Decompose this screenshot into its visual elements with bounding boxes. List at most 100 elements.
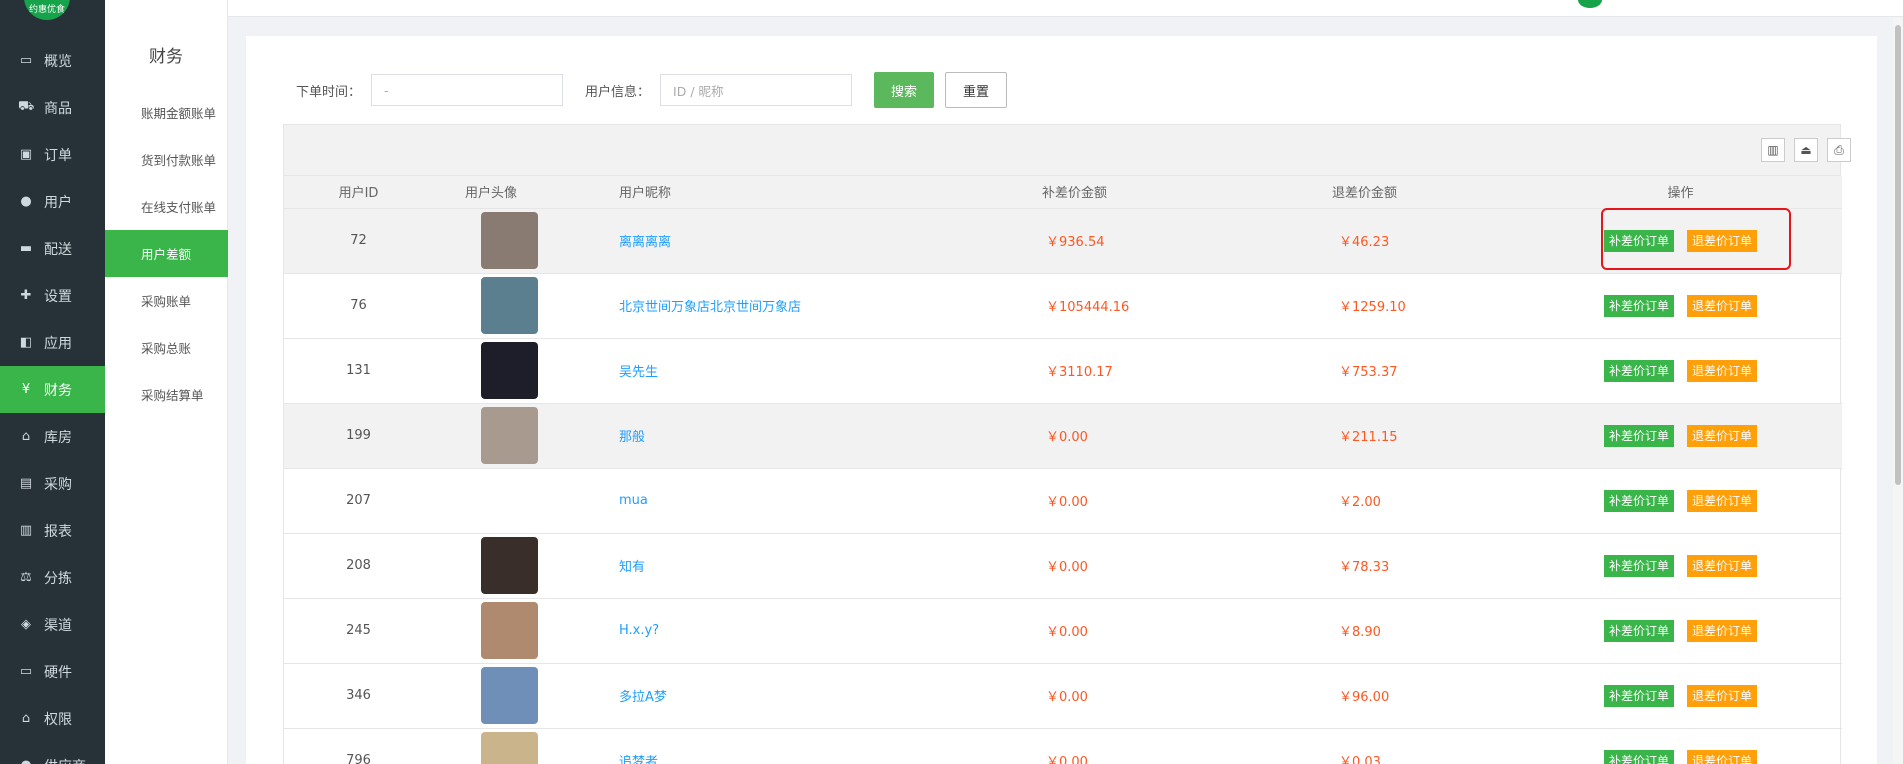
- nickname-link[interactable]: 多拉A梦: [619, 690, 667, 705]
- cell-user-id: 245: [284, 598, 433, 664]
- make-up-order-button[interactable]: 补差价订单: [1603, 229, 1674, 252]
- columns-icon[interactable]: ▥: [1761, 138, 1785, 162]
- refund-order-button[interactable]: 退差价订单: [1687, 359, 1758, 382]
- avatar: [481, 667, 538, 724]
- nav-item-8[interactable]: ⌂ 库房: [0, 413, 105, 460]
- nav-item-label: 应用: [44, 335, 72, 352]
- cell-refund: ￥78.33: [1229, 533, 1519, 599]
- refund-amount: ￥1259.10: [1339, 300, 1406, 315]
- apps-icon: ◧: [19, 335, 33, 350]
- user-info-label: 用户信息：: [585, 84, 651, 100]
- reset-button[interactable]: 重置: [945, 72, 1008, 108]
- scrollbar-thumb[interactable]: [1895, 25, 1901, 485]
- refund-order-button[interactable]: 退差价订单: [1687, 424, 1758, 447]
- make-up-order-button[interactable]: 补差价订单: [1603, 489, 1674, 512]
- submenu-item-4[interactable]: 采购账单: [105, 277, 228, 324]
- submenu-title: 财务: [149, 47, 183, 67]
- cell-operations: 补差价订单 退差价订单: [1519, 208, 1842, 274]
- user-avatar[interactable]: [1578, 0, 1602, 8]
- logo[interactable]: 约惠优食: [24, 0, 70, 20]
- cell-user-id: 796: [284, 728, 433, 764]
- refund-order-button[interactable]: 退差价订单: [1687, 749, 1758, 764]
- refund-order-button[interactable]: 退差价订单: [1687, 619, 1758, 642]
- table-row: 131 吴先生 ￥3110.17 ￥753.37 补差价订单 退差价订单: [284, 338, 1842, 404]
- cell-refund: ￥753.37: [1229, 338, 1519, 404]
- cell-avatar: [433, 663, 619, 729]
- nav-item-6[interactable]: ◧ 应用: [0, 319, 105, 366]
- nav-item-label: 概览: [44, 53, 72, 70]
- nav-item-13[interactable]: ▭ 硬件: [0, 648, 105, 695]
- export-icon[interactable]: ⏏: [1794, 138, 1818, 162]
- nav-item-label: 硬件: [44, 664, 72, 681]
- cell-refund: ￥8.90: [1229, 598, 1519, 664]
- make-up-order-button[interactable]: 补差价订单: [1603, 619, 1674, 642]
- submenu-item-3[interactable]: 用户差额: [105, 230, 228, 277]
- avatar: [481, 602, 538, 659]
- make-up-order-button[interactable]: 补差价订单: [1603, 359, 1674, 382]
- nav-item-5[interactable]: ✚ 设置: [0, 272, 105, 319]
- refund-order-button[interactable]: 退差价订单: [1687, 229, 1758, 252]
- users-icon: ●: [20, 194, 32, 209]
- cell-refund: ￥211.15: [1229, 403, 1519, 469]
- nav-item-2[interactable]: ▣ 订单: [0, 131, 105, 178]
- nav-item-11[interactable]: ⚖ 分拣: [0, 554, 105, 601]
- refund-order-button[interactable]: 退差价订单: [1687, 684, 1758, 707]
- nav-item-3[interactable]: ● 用户: [0, 178, 105, 225]
- nav-item-label: 供应商: [44, 756, 86, 764]
- table-header-row: 用户ID 用户头像 用户昵称 补差价金额 退差价金额 操作: [284, 176, 1842, 209]
- nickname-link[interactable]: mua: [619, 493, 648, 508]
- nav-item-12[interactable]: ◈ 渠道: [0, 601, 105, 648]
- bar-chart-icon: ▥: [19, 523, 33, 538]
- make-up-order-button[interactable]: 补差价订单: [1603, 554, 1674, 577]
- submenu-item-1[interactable]: 货到付款账单: [105, 136, 228, 183]
- refund-order-button[interactable]: 退差价订单: [1687, 489, 1758, 512]
- refund-amount: ￥96.00: [1339, 690, 1390, 705]
- nav-item-1[interactable]: ⛟ 商品: [0, 84, 105, 131]
- cell-refund: ￥2.00: [1229, 468, 1519, 534]
- nav-item-label: 财务: [44, 382, 72, 399]
- nav-item-14[interactable]: ⌂ 权限: [0, 695, 105, 742]
- table-row: 199 那般 ￥0.00 ￥211.15 补差价订单 退差价订单: [284, 403, 1842, 469]
- cell-make-up: ￥0.00: [939, 533, 1229, 599]
- make-up-order-button[interactable]: 补差价订单: [1603, 424, 1674, 447]
- nav-item-7[interactable]: ¥ 财务: [0, 366, 105, 413]
- submenu-item-0[interactable]: 账期金额账单: [105, 89, 228, 136]
- cell-nickname: 知有: [619, 533, 939, 599]
- make-up-order-button[interactable]: 补差价订单: [1603, 749, 1674, 764]
- cell-avatar: [433, 728, 619, 764]
- cell-nickname: H.x.y?: [619, 598, 939, 664]
- user-info-input[interactable]: ID / 昵称: [660, 74, 853, 106]
- nav-item-label: 渠道: [44, 617, 72, 634]
- make-up-order-button[interactable]: 补差价订单: [1603, 684, 1674, 707]
- nav-item-0[interactable]: ▭ 概览: [0, 37, 105, 84]
- cell-refund: ￥0.03: [1229, 728, 1519, 764]
- nickname-link[interactable]: 离离离离: [619, 235, 671, 250]
- user-diff-table: ▥ ⏏ ⎙ 用户ID 用户头像 用户昵称 补差价金额 退差价金额 操作 72 离离…: [283, 124, 1851, 764]
- submenu-item-2[interactable]: 在线支付账单: [105, 183, 228, 230]
- refund-order-button[interactable]: 退差价订单: [1687, 294, 1758, 317]
- nav-item-9[interactable]: ▤ 采购: [0, 460, 105, 507]
- order-time-input[interactable]: -: [371, 74, 564, 106]
- nickname-link[interactable]: 追梦者: [619, 755, 658, 764]
- money-icon: ▣: [19, 147, 33, 162]
- table-row: 72 离离离离 ￥936.54 ￥46.23 补差价订单 退差价订单: [284, 208, 1842, 274]
- refund-order-button[interactable]: 退差价订单: [1687, 554, 1758, 577]
- submenu-item-5[interactable]: 采购总账: [105, 324, 228, 371]
- nav-item-15[interactable]: ● 供应商: [0, 742, 105, 764]
- nav-item-4[interactable]: ▬ 配送: [0, 225, 105, 272]
- cell-make-up: ￥3110.17: [939, 338, 1229, 404]
- avatar: [481, 212, 538, 269]
- nickname-link[interactable]: 北京世间万象店北京世间万象店: [619, 300, 801, 315]
- submenu-item-6[interactable]: 采购结算单: [105, 371, 228, 418]
- nickname-link[interactable]: 知有: [619, 560, 645, 575]
- cell-operations: 补差价订单 退差价订单: [1519, 468, 1842, 534]
- print-icon[interactable]: ⎙: [1827, 138, 1851, 162]
- nav-item-10[interactable]: ▥ 报表: [0, 507, 105, 554]
- search-button[interactable]: 搜索: [874, 72, 935, 108]
- puzzle-icon: ✚: [20, 288, 32, 303]
- nickname-link[interactable]: H.x.y?: [619, 623, 659, 638]
- make-up-order-button[interactable]: 补差价订单: [1603, 294, 1674, 317]
- page-scrollbar[interactable]: [1893, 17, 1903, 764]
- nickname-link[interactable]: 那般: [619, 430, 645, 445]
- nickname-link[interactable]: 吴先生: [619, 365, 658, 380]
